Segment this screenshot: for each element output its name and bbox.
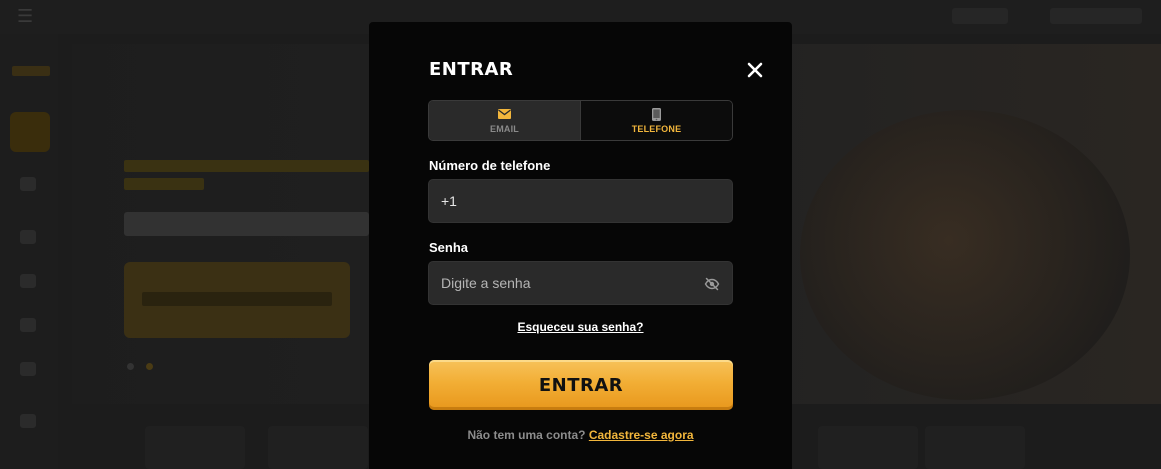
- phone-icon: [652, 107, 661, 121]
- tab-email-label: EMAIL: [490, 123, 519, 134]
- carousel-dot: [146, 363, 153, 370]
- signup-prompt-text: Não tem uma conta?: [467, 428, 586, 442]
- hero-title: [124, 212, 369, 236]
- tab-email[interactable]: EMAIL: [429, 101, 580, 140]
- password-field[interactable]: [441, 275, 691, 291]
- sidebar: [0, 34, 58, 469]
- close-button[interactable]: [744, 59, 766, 81]
- sidebar-icon: [20, 274, 36, 288]
- sidebar-icon: [20, 362, 36, 376]
- top-bar-button: [952, 8, 1008, 24]
- hero-image: [800, 110, 1130, 400]
- phone-field[interactable]: +1: [428, 179, 733, 223]
- modal-title: ENTRAR: [429, 59, 514, 80]
- phone-value: +1: [441, 193, 457, 209]
- sidebar-icon: [20, 318, 36, 332]
- signup-prompt: Não tem uma conta? Cadastre-se agora: [369, 428, 792, 442]
- sidebar-icon: [20, 230, 36, 244]
- category-card: [818, 426, 918, 469]
- hero-subtitle: [124, 160, 369, 196]
- phone-label: Número de telefone: [429, 158, 551, 173]
- password-field-wrapper: [428, 261, 733, 305]
- sidebar-icon: [20, 414, 36, 428]
- close-icon: [747, 62, 763, 78]
- envelope-icon: [498, 108, 511, 121]
- menu-icon: ☰: [17, 6, 34, 26]
- sidebar-active-item: [10, 112, 50, 152]
- sidebar-icon: [20, 177, 36, 191]
- signup-link[interactable]: Cadastre-se agora: [589, 428, 694, 442]
- carousel-dot: [127, 363, 134, 370]
- tab-phone-label: TELEFONE: [631, 123, 682, 134]
- category-card: [145, 426, 245, 469]
- sidebar-label: [12, 66, 50, 76]
- forgot-password-link[interactable]: Esqueceu sua senha?: [369, 320, 792, 334]
- category-card: [268, 426, 368, 469]
- category-card: [925, 426, 1025, 469]
- login-submit-button[interactable]: ENTRAR: [429, 360, 733, 410]
- tab-phone[interactable]: TELEFONE: [580, 101, 732, 140]
- password-label: Senha: [429, 240, 469, 255]
- login-modal: ENTRAR EMAIL TELEFONE Número de telefone…: [369, 22, 792, 469]
- eye-slash-icon[interactable]: [704, 276, 720, 292]
- hero-button: [124, 262, 350, 338]
- login-method-tabs: EMAIL TELEFONE: [428, 100, 733, 141]
- top-bar-button: [1050, 8, 1142, 24]
